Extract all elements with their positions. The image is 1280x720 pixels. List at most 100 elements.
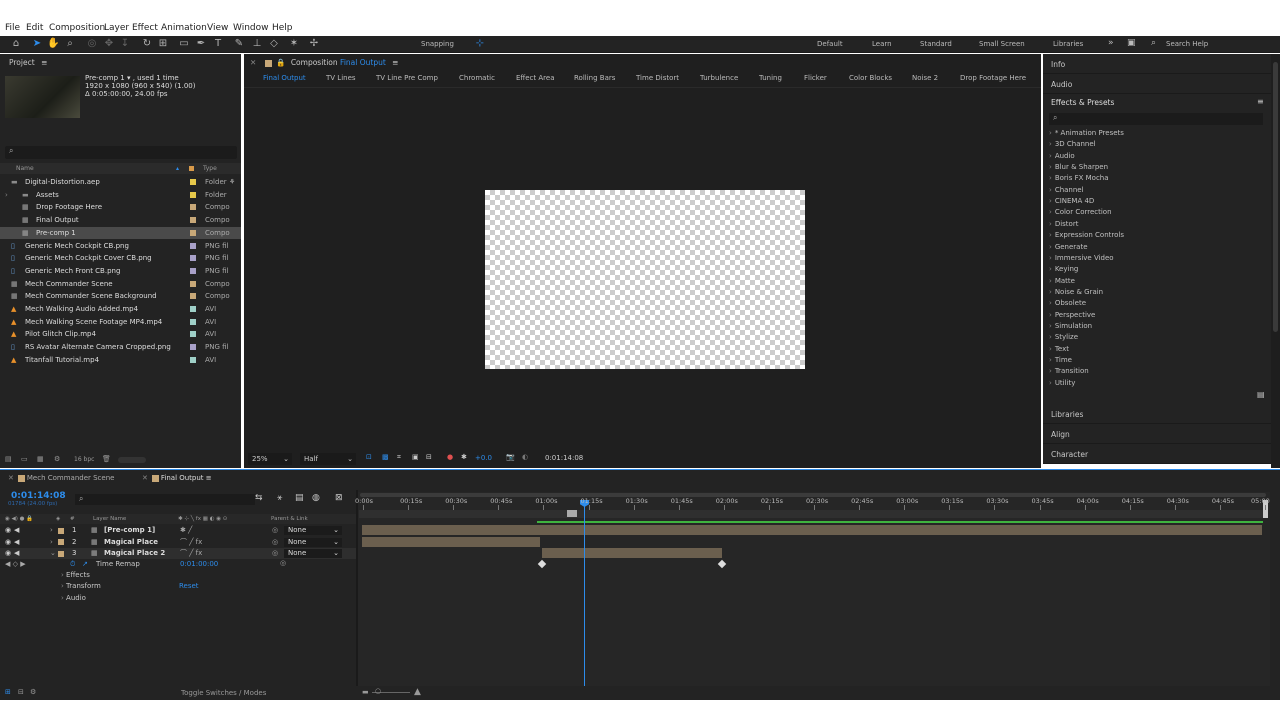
project-item[interactable]: ▦ Final Output Compo [0,214,241,227]
label-color-swatch[interactable] [190,191,196,198]
label-color-swatch[interactable] [190,356,196,363]
effects-category[interactable]: › Utility [1049,379,1075,387]
menu-layer[interactable]: Layer [104,23,129,33]
menu-view[interactable]: View [207,23,228,33]
name-column-header[interactable]: Name [16,163,34,174]
new-bin-icon[interactable]: ▤ [1257,390,1265,399]
visibility-eye-icon[interactable]: ◉ [5,525,11,536]
timeline-current-time[interactable]: 0:01:14:08 [11,491,66,501]
mask-visibility-icon[interactable]: ⌗ [397,453,401,462]
effects-category[interactable]: › Distort [1049,220,1078,228]
libraries-panel-header[interactable]: Libraries [1043,404,1271,424]
effects-category[interactable]: › Boris FX Mocha [1049,174,1109,182]
sort-icon[interactable]: ▴ [176,163,179,174]
composition-viewer[interactable] [485,190,805,369]
workspace-learn[interactable]: Learn [872,40,892,48]
work-area-bar[interactable] [359,510,1263,518]
zoom-in-icon[interactable]: ▲ [414,687,421,697]
time-remap-value[interactable]: 0:01:00:00 [180,560,218,568]
effects-category[interactable]: › Audio [1049,152,1075,160]
tab-flicker[interactable]: Flicker [804,74,827,82]
menu-window[interactable]: Window [233,23,269,33]
label-color-swatch[interactable] [190,179,196,185]
graph-icon[interactable]: ↗ [82,560,88,568]
project-item[interactable]: ▲ Titanfall Tutorial.mp4 AVI [0,354,241,367]
dolly-camera-icon[interactable]: ↧ [119,38,131,50]
hand-tool-icon[interactable]: ✋ [47,38,59,50]
effects-category[interactable]: › 3D Channel [1049,140,1096,148]
draft-3d-icon[interactable]: ⚹ [277,493,282,503]
type-column-header[interactable]: Type [203,163,217,174]
layer-bar-magical-place[interactable] [362,537,540,547]
tab-chromatic[interactable]: Chromatic [459,74,495,82]
frame-blending-icon[interactable]: ◍ [312,493,320,503]
workspace-standard[interactable]: Standard [920,40,952,48]
parent-link-header[interactable]: Parent & Link [271,514,308,524]
audio-speaker-icon[interactable]: ◀ [14,548,19,559]
menu-help[interactable]: Help [272,23,293,33]
label-color-swatch[interactable] [190,344,196,351]
project-item[interactable]: ▯ Generic Mech Front CB.png PNG fil [0,265,241,278]
transparency-grid-icon[interactable]: ▩ [382,453,389,461]
label-color-swatch[interactable] [190,280,196,287]
clone-stamp-tool-icon[interactable]: ⊥ [251,38,263,50]
project-item[interactable]: ▲ Mech Walking Scene Footage MP4.mp4 AVI [0,316,241,329]
brush-tool-icon[interactable]: ✎ [233,38,245,50]
project-item[interactable]: ▦ Drop Footage Here Compo [0,201,241,214]
layer-bar-precomp-1[interactable] [362,525,1262,535]
tab-tv-lines[interactable]: TV Lines [326,74,356,82]
layer-switches[interactable]: ✱ ╱ [180,525,192,536]
effects-category[interactable]: › Perspective [1049,311,1095,319]
label-color-swatch[interactable] [190,255,196,262]
zoom-out-icon[interactable]: ▬ [362,688,369,696]
thumbnail-slider[interactable] [118,457,146,463]
effects-category[interactable]: › Immersive Video [1049,254,1114,262]
snapshot-icon[interactable]: 📷 [506,453,515,461]
zoom-slider-handle[interactable]: ○ [375,687,381,695]
stopwatch-icon[interactable]: ⏱ [70,560,75,569]
info-panel-header[interactable]: Info [1043,54,1271,74]
orbit-camera-icon[interactable]: ◎ [86,38,98,50]
search-help-input[interactable]: Search Help [1166,40,1208,48]
transfer-controls-icon[interactable]: ⊟ [18,688,24,696]
more-workspaces-icon[interactable]: » [1108,38,1114,48]
layer-row[interactable]: ◉ ◀ › 2 ▦ Magical Place ⌒ ╱ fx ◎ None ⌄ [0,537,356,548]
label-color-swatch[interactable] [190,217,196,224]
effects-category[interactable]: › Time [1049,356,1072,364]
puppet-tool-icon[interactable]: ✢ [308,38,320,50]
align-panel-header[interactable]: Align [1043,424,1271,444]
project-item[interactable]: › ▬ Assets Folder [0,189,241,202]
pick-whip-icon[interactable]: ◎ [272,548,278,559]
audio-group[interactable]: › Audio [61,594,86,602]
label-color-swatch[interactable] [190,306,196,312]
effects-category[interactable]: › Simulation [1049,322,1092,330]
workspace-toggle-icon[interactable]: ▣ [1127,38,1136,48]
effects-category[interactable]: › Blur & Sharpen [1049,163,1108,171]
menu-animation[interactable]: Animation [161,23,207,33]
roto-brush-tool-icon[interactable]: ✶ [288,38,300,50]
menu-effect[interactable]: Effect [132,23,158,33]
tab-final-output[interactable]: Final Output [263,74,306,82]
layer-switches[interactable]: ⌒ ╱ fx [180,548,202,559]
toggle-switches-modes[interactable]: Toggle Switches / Modes [181,689,266,697]
project-item[interactable]: ⌄▬Digital-Distortion.aepFolder⚘ [0,176,241,189]
exposure-reset-icon[interactable]: ✱ [461,453,467,461]
timeline-tab-final-output[interactable]: ✕ Final Output ≡ [142,474,212,482]
effects-category[interactable]: › Transition [1049,367,1089,375]
type-tool-icon[interactable]: T [212,38,224,50]
show-snapshot-icon[interactable]: ◐ [522,453,528,461]
parent-dropdown[interactable]: None ⌄ [284,537,342,547]
project-item[interactable]: ▦ Mech Commander Scene Background Compo [0,290,241,303]
audio-speaker-icon[interactable]: ◀ [14,537,19,548]
zoom-tool-icon[interactable]: ⌕ [64,38,76,50]
tab-drop-footage-here[interactable]: Drop Footage Here [960,74,1026,82]
new-composition-icon[interactable]: ▦ [37,455,44,463]
interpret-footage-icon[interactable]: ▤ [5,455,12,463]
visibility-eye-icon[interactable]: ◉ [5,537,11,548]
region-of-interest-icon[interactable]: ⊡ [366,453,372,461]
effects-category[interactable]: › Stylize [1049,333,1078,341]
layer-row[interactable]: ◉ ◀ › 1 ▦ [Pre-comp 1] ✱ ╱ ◎ None ⌄ [0,525,356,536]
exposure-value[interactable]: +0.0 [475,454,492,462]
rectangle-tool-icon[interactable]: ▭ [178,38,190,50]
menu-edit[interactable]: Edit [26,23,43,33]
